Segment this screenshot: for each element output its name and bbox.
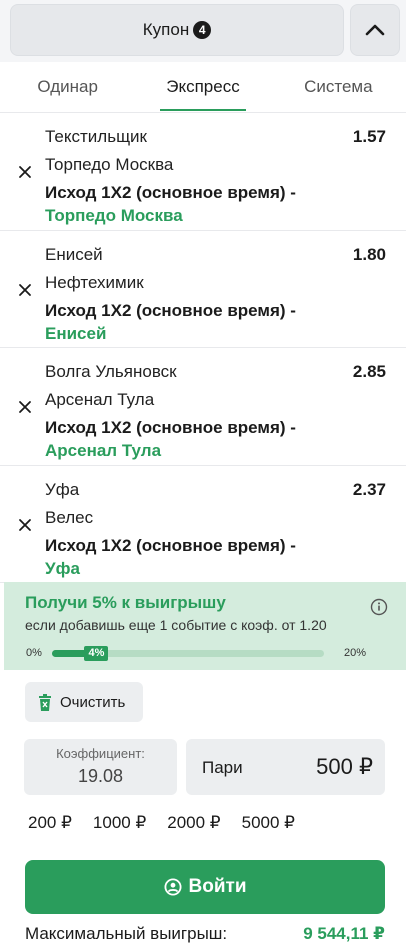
clear-label: Очистить	[60, 693, 126, 711]
bonus-title: Получи 5% к выигрышу	[25, 593, 226, 612]
bet-list: Текстильщик Торпедо Москва Исход 1Х2 (ос…	[0, 112, 406, 583]
bet-market: Исход 1Х2 (основное время) -	[45, 300, 296, 320]
coupon-count-badge: 4	[193, 21, 212, 39]
bet-team-away: Велес	[45, 507, 94, 527]
bet-team-home: Уфа	[45, 479, 80, 499]
coefficient-label: Коэффициент:	[56, 746, 145, 761]
bet-pick: Уфа	[45, 558, 80, 578]
stake-label: Пари	[202, 758, 243, 777]
coupon-label: Купон	[142, 20, 190, 39]
bet-market: Исход 1Х2 (основное время) -	[45, 535, 296, 555]
trash-icon	[39, 693, 51, 711]
bet-item: Волга Ульяновск Арсенал Тула Исход 1Х2 (…	[0, 348, 406, 466]
info-icon[interactable]	[370, 598, 388, 616]
progress-min-label: 0%	[26, 647, 42, 659]
login-button[interactable]: Войти	[25, 860, 385, 914]
bonus-progress: 0% 4% 20%	[26, 646, 366, 662]
progress-fill: 4%	[52, 646, 109, 661]
close-icon[interactable]	[14, 161, 36, 183]
stake-input[interactable]: Пари 500 ₽	[186, 739, 385, 795]
quick-amount-button[interactable]: 1000 ₽	[93, 813, 146, 833]
max-win-value: 9 544,11 ₽	[303, 924, 385, 943]
clear-button[interactable]: Очистить	[25, 682, 143, 722]
quick-amount-button[interactable]: 200 ₽	[28, 813, 72, 833]
bet-odds: 1.80	[352, 244, 386, 264]
max-win-row: Максимальный выигрыш: 9 544,11 ₽	[25, 924, 385, 946]
stake-value: 500 ₽	[316, 754, 373, 779]
bet-pick: Торпедо Москва	[45, 206, 183, 225]
quick-amounts: 200 ₽ 1000 ₽ 2000 ₽ 5000 ₽	[28, 813, 316, 833]
bet-item: Текстильщик Торпедо Москва Исход 1Х2 (ос…	[0, 113, 406, 231]
bet-market: Исход 1Х2 (основное время) -	[45, 418, 296, 437]
quick-amount-button[interactable]: 2000 ₽	[167, 813, 220, 833]
chevron-up-icon	[365, 24, 385, 36]
user-icon	[164, 878, 181, 896]
tab-system[interactable]: Система	[271, 62, 406, 112]
coupon-button[interactable]: Купон 4	[10, 4, 344, 56]
close-icon[interactable]	[14, 396, 36, 418]
tab-express[interactable]: Экспресс	[135, 62, 270, 112]
close-icon[interactable]	[14, 514, 36, 536]
coefficient-display: Коэффициент: 19.08	[24, 739, 177, 795]
bet-odds: 2.85	[352, 362, 386, 381]
bet-team-away: Арсенал Тула	[45, 390, 155, 409]
coefficient-value: 19.08	[77, 766, 124, 786]
login-label: Войти	[188, 876, 247, 897]
max-win-label: Максимальный выигрыш:	[25, 924, 228, 943]
bet-type-tabs: Одинар Экспресс Система	[0, 62, 406, 112]
coupon-panel: Купон 4 Одинар Экспресс Система Текстиль…	[0, 0, 406, 946]
bet-team-home: Текстильщик	[45, 127, 147, 146]
quick-amount-button[interactable]: 5000 ₽	[242, 813, 295, 833]
bet-pick: Арсенал Тула	[45, 441, 162, 460]
coupon-header: Купон 4	[0, 0, 406, 62]
progress-max-label: 20%	[343, 647, 366, 659]
bet-odds: 2.37	[352, 479, 386, 499]
progress-current-label: 4%	[84, 646, 109, 661]
bet-item: Енисей Нефтехимик Исход 1Х2 (основное вр…	[0, 231, 406, 348]
collapse-button[interactable]	[350, 4, 400, 56]
bet-team-home: Волга Ульяновск	[45, 362, 177, 381]
progress-track: 4%	[52, 646, 324, 661]
bonus-banner: Получи 5% к выигрышу если добавишь еще 1…	[4, 582, 406, 670]
bet-item: Уфа Велес Исход 1Х2 (основное время) - У…	[0, 466, 406, 583]
bet-market: Исход 1Х2 (основное время) -	[45, 183, 296, 202]
close-icon[interactable]	[14, 279, 36, 301]
bet-team-home: Енисей	[45, 244, 103, 264]
bet-odds: 1.57	[352, 127, 386, 146]
bet-team-away: Нефтехимик	[45, 272, 144, 292]
bonus-description: если добавишь еще 1 событие с коэф. от 1…	[25, 617, 327, 633]
bet-team-away: Торпедо Москва	[45, 155, 174, 174]
bet-pick: Енисей	[45, 323, 107, 343]
tab-single[interactable]: Одинар	[0, 62, 135, 112]
